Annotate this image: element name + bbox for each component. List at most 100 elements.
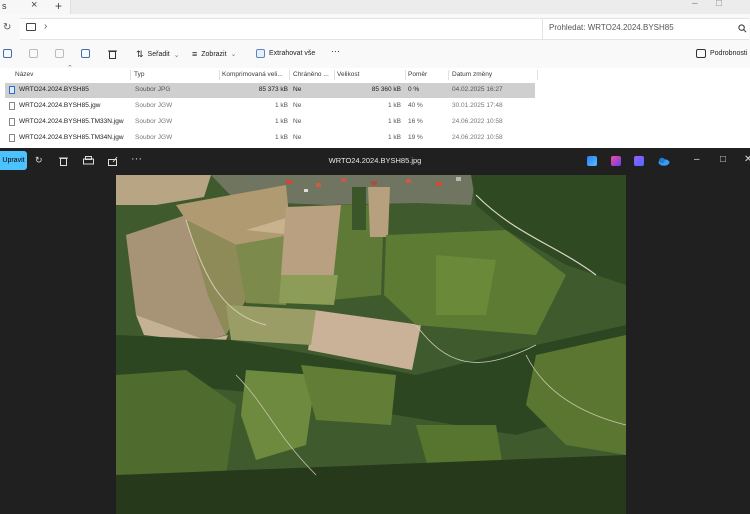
share-button[interactable]	[81, 49, 90, 58]
column-divider[interactable]	[448, 70, 449, 80]
file-type: Soubor JGW	[135, 134, 173, 141]
view-icon: ≡	[192, 49, 198, 59]
extract-all-button[interactable]: Extrahovat vše	[256, 49, 315, 58]
chevron-right-icon[interactable]: ›	[44, 21, 47, 32]
file-compressed-size: 1 kB	[274, 134, 288, 141]
view-label: Zobrazit	[201, 50, 227, 58]
image-file-icon	[9, 86, 15, 94]
sort-label: Seřadit	[147, 51, 170, 58]
file-protected: Ne	[293, 102, 302, 109]
tab-bar: s × + – □	[0, 0, 750, 14]
clipchamp-icon[interactable]	[587, 156, 597, 166]
file-protected: Ne	[293, 86, 302, 93]
copy-path-button[interactable]	[3, 49, 12, 58]
column-header-date[interactable]: Datum změny	[452, 71, 492, 78]
file-ratio: 16 %	[408, 118, 423, 125]
file-type: Soubor JGW	[135, 102, 173, 109]
column-divider[interactable]	[289, 70, 290, 80]
command-bar: ⇅ Seřadit ⌄ ≡ Zobrazit ⌄ Extrahovat vše …	[0, 42, 750, 68]
aerial-photo[interactable]	[116, 175, 626, 514]
maximize-icon[interactable]: □	[720, 154, 726, 165]
file-name: WRTO24.2024.BYSH85.jgw	[19, 102, 101, 109]
column-header-protected[interactable]: Chráněno ...	[293, 71, 329, 78]
close-tab-icon[interactable]: ×	[31, 0, 37, 11]
search-icon[interactable]	[738, 24, 747, 33]
sort-button[interactable]: ⇅ Seřadit ⌄	[136, 49, 180, 60]
column-header-compressed[interactable]: Komprimovaná veli...	[222, 71, 283, 78]
file-list: ⌃ Název Typ Komprimovaná veli... Chráněn…	[0, 65, 750, 148]
file-date: 04.02.2025 16:27	[452, 86, 503, 93]
file-date: 30.01.2025 17:48	[452, 102, 503, 109]
file-size: 85 360 kB	[371, 86, 401, 93]
chevron-down-icon: ⌄	[230, 51, 237, 58]
designer-icon[interactable]	[611, 156, 621, 166]
more-options-button[interactable]: ···	[331, 46, 340, 56]
cut-button[interactable]	[29, 49, 38, 58]
share-icon	[81, 49, 90, 58]
file-compressed-size: 85 373 kB	[258, 86, 288, 93]
address-bar: ↻ › Prohledat: WRTO24.2024.BYSH85	[0, 14, 750, 43]
viewer-toolbar: Upravit ↻ ··· WRTO24.2024.BYSH85.jpg – □…	[0, 148, 750, 175]
details-label: Podrobnosti	[710, 50, 748, 57]
file-date: 24.06.2022 10:58	[452, 134, 503, 141]
column-divider[interactable]	[405, 70, 406, 80]
copilot-app-icon[interactable]	[634, 156, 644, 166]
column-divider[interactable]	[219, 70, 220, 80]
minimize-icon[interactable]: –	[692, 0, 698, 9]
file-row[interactable]: WRTO24.2024.BYSH85.TM34N.jgw Soubor JGW …	[5, 131, 535, 146]
file-size: 1 kB	[387, 102, 401, 109]
extract-label: Extrahovat vše	[269, 50, 316, 57]
sort-indicator-icon: ⌃	[67, 65, 73, 72]
trash-icon	[108, 50, 117, 59]
paste-icon	[55, 49, 64, 58]
file-ratio: 19 %	[408, 134, 423, 141]
sort-icon: ⇅	[136, 49, 144, 59]
file-ratio: 40 %	[408, 102, 423, 109]
close-icon[interactable]: ✕	[744, 154, 750, 165]
file-icon	[9, 118, 15, 126]
extract-icon	[256, 49, 265, 58]
file-size: 1 kB	[387, 118, 401, 125]
chevron-down-icon: ⌄	[173, 51, 180, 59]
view-button[interactable]: ≡ Zobrazit ⌄	[192, 49, 236, 59]
minimize-icon[interactable]: –	[694, 154, 700, 165]
file-row[interactable]: WRTO24.2024.BYSH85.jgw Soubor JGW 1 kB N…	[5, 99, 535, 114]
clipboard-icon	[29, 49, 38, 58]
onedrive-icon[interactable]	[657, 157, 670, 166]
search-placeholder: Prohledat: WRTO24.2024.BYSH85	[549, 23, 674, 32]
refresh-icon[interactable]: ↻	[3, 22, 11, 33]
file-type: Soubor JGW	[135, 118, 173, 125]
file-row[interactable]: WRTO24.2024.BYSH85 Soubor JPG 85 373 kB …	[5, 83, 535, 98]
file-date: 24.06.2022 10:58	[452, 118, 503, 125]
paste-button[interactable]	[55, 49, 64, 58]
column-header-ratio[interactable]: Poměr	[408, 71, 427, 78]
file-name: WRTO24.2024.BYSH85	[19, 86, 89, 93]
details-button[interactable]: Podrobnosti	[696, 49, 747, 58]
file-compressed-size: 1 kB	[274, 118, 288, 125]
column-header-size[interactable]: Velikost	[337, 71, 359, 78]
copy-icon	[3, 49, 12, 58]
computer-icon	[26, 23, 36, 31]
column-divider[interactable]	[334, 70, 335, 80]
delete-button[interactable]	[108, 49, 117, 59]
file-icon	[9, 102, 15, 110]
column-header-type[interactable]: Typ	[134, 71, 144, 78]
file-type: Soubor JPG	[135, 86, 171, 93]
file-name: WRTO24.2024.BYSH85.TM33N.jgw	[19, 118, 124, 125]
new-tab-button[interactable]: +	[55, 0, 62, 13]
column-divider[interactable]	[130, 70, 131, 80]
file-row[interactable]: WRTO24.2024.BYSH85.TM33N.jgw Soubor JGW …	[5, 115, 535, 130]
file-icon	[9, 134, 15, 142]
address-field[interactable]: ›	[20, 18, 555, 40]
column-header-name[interactable]: Název	[15, 71, 33, 78]
file-protected: Ne	[293, 134, 302, 141]
file-name: WRTO24.2024.BYSH85.TM34N.jgw	[19, 134, 124, 141]
details-pane-icon	[696, 49, 706, 58]
column-divider[interactable]	[537, 70, 538, 80]
file-protected: Ne	[293, 118, 302, 125]
file-size: 1 kB	[387, 134, 401, 141]
search-field[interactable]: Prohledat: WRTO24.2024.BYSH85	[542, 18, 749, 40]
maximize-icon[interactable]: □	[716, 0, 722, 9]
file-compressed-size: 1 kB	[274, 102, 288, 109]
photo-viewer-window: Upravit ↻ ··· WRTO24.2024.BYSH85.jpg – □…	[0, 148, 750, 514]
